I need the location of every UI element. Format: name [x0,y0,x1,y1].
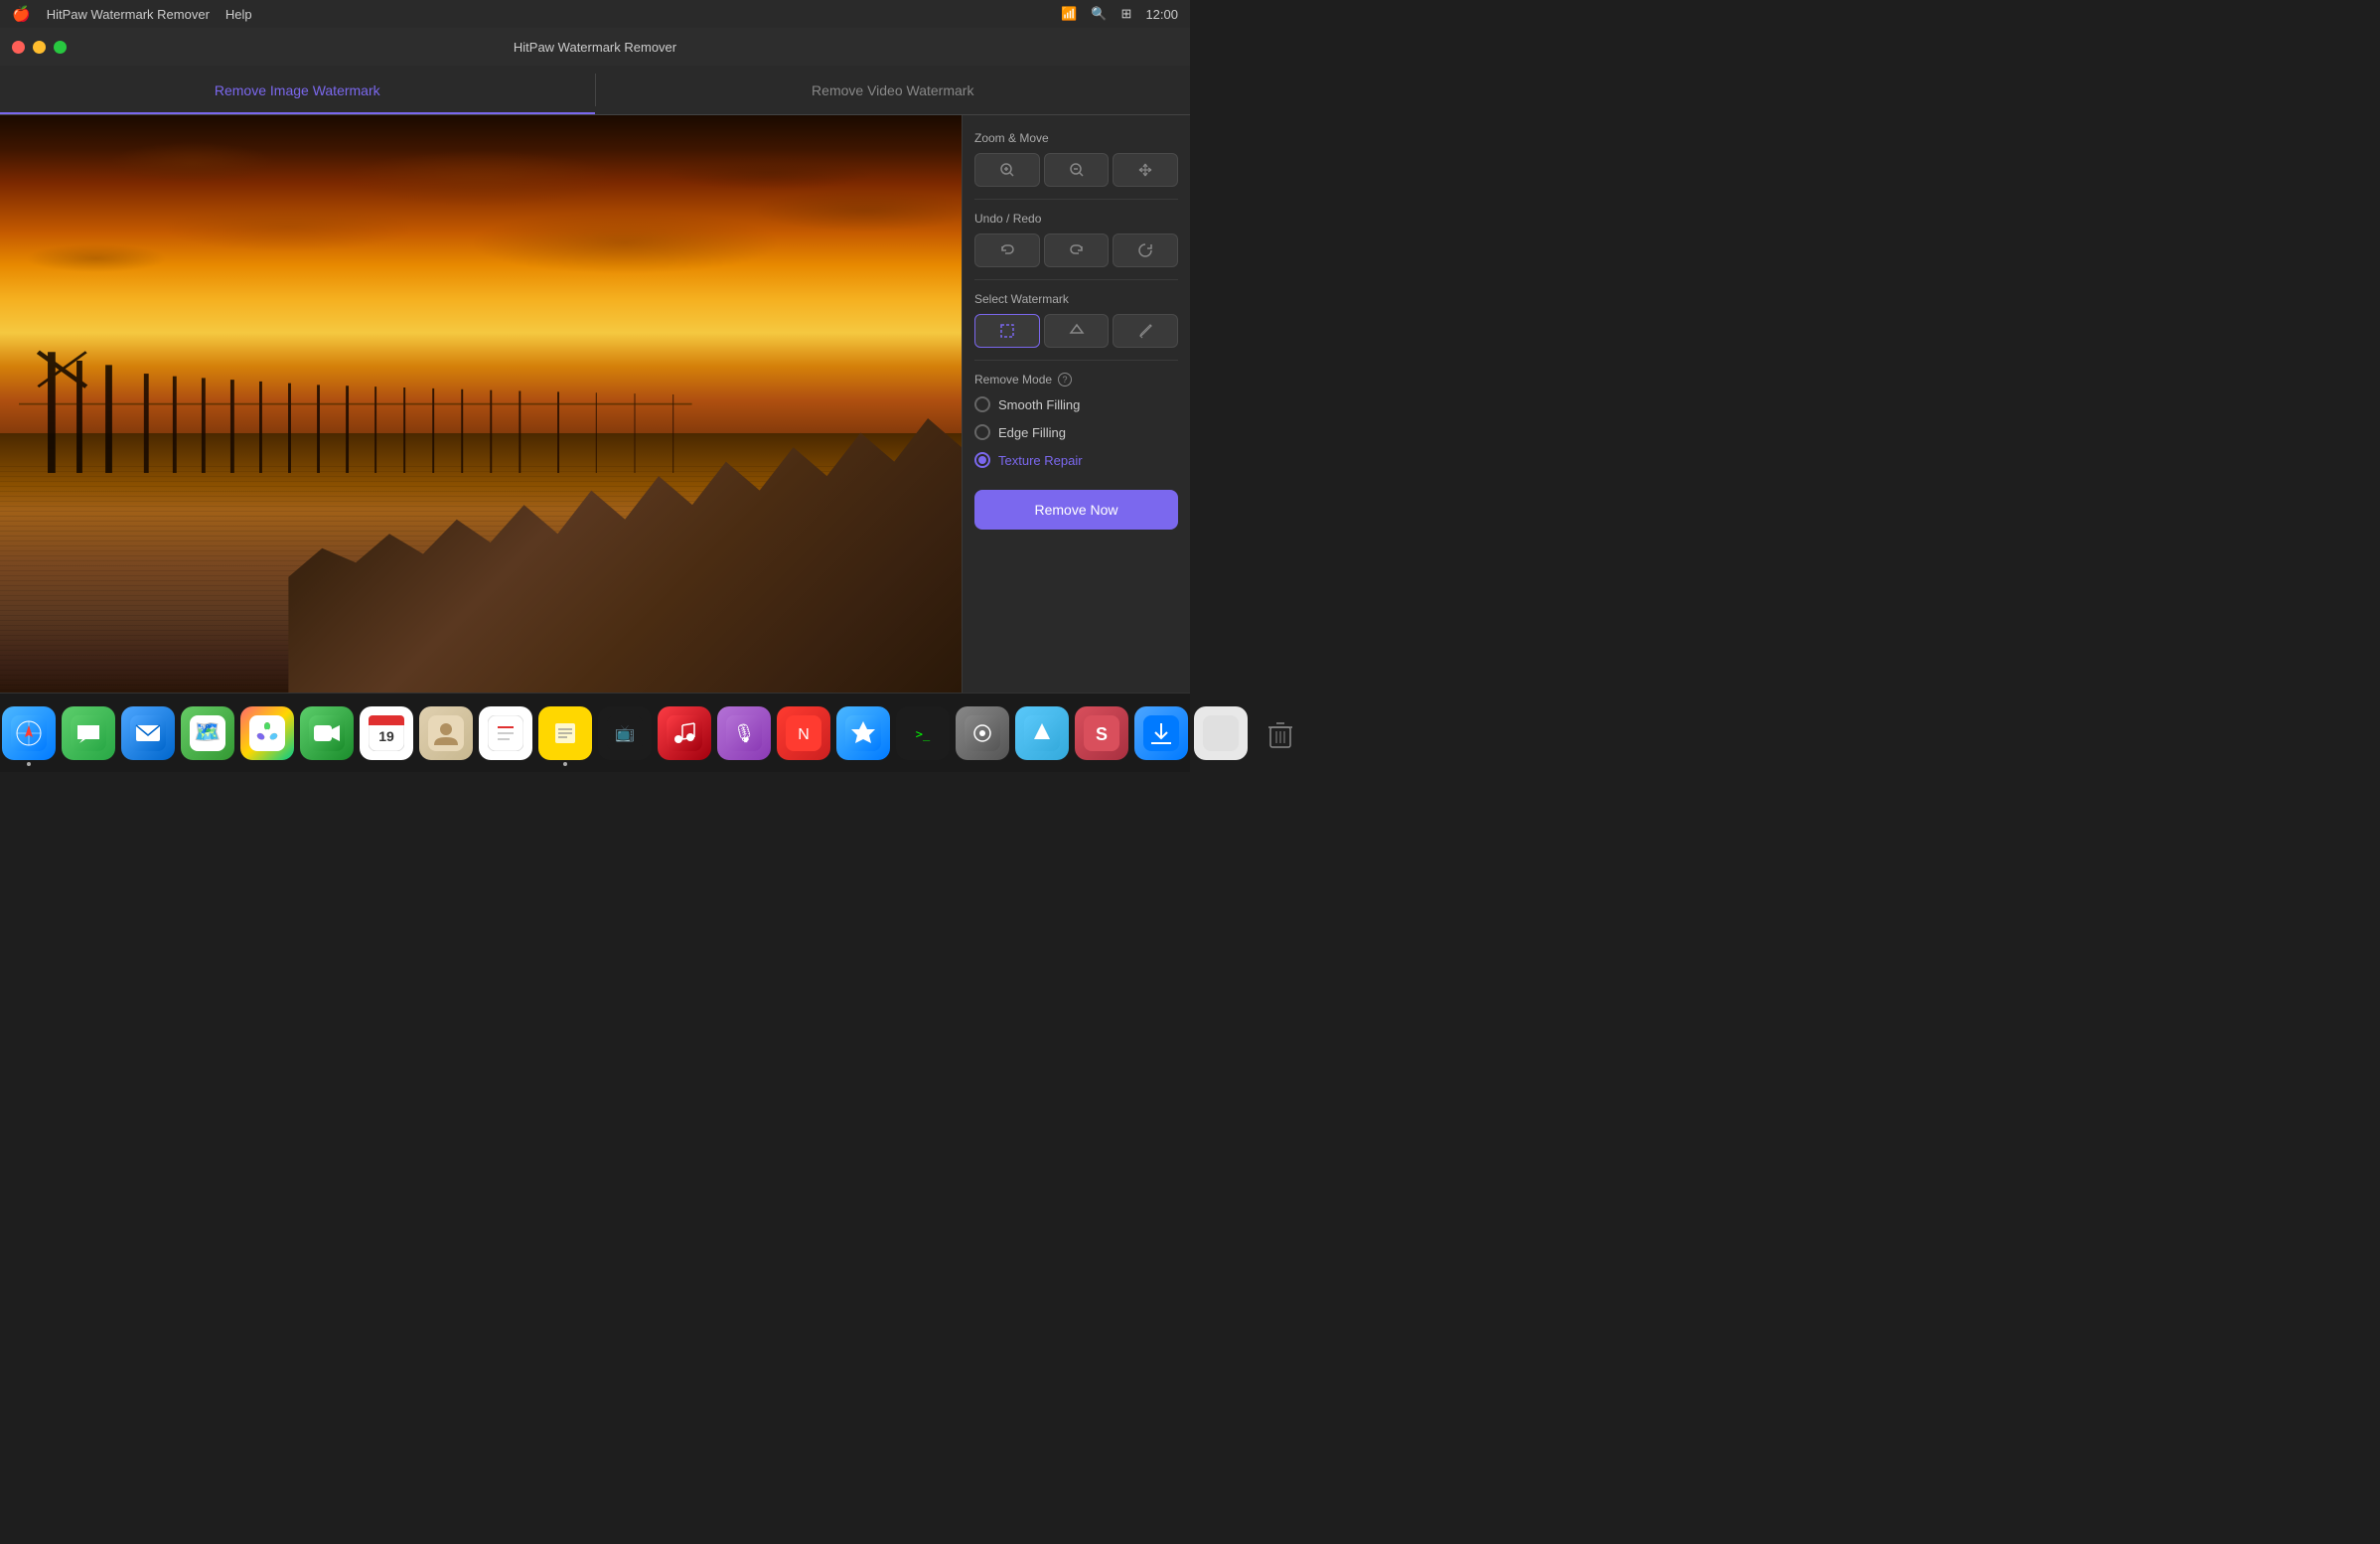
dock-music[interactable] [658,706,711,760]
reset-button[interactable] [1113,233,1178,267]
edge-filling-option[interactable]: Edge Filling [974,422,1178,442]
zoom-tools [974,153,1178,187]
svg-text:S: S [1096,724,1108,744]
texture-repair-radio[interactable] [974,452,990,468]
undo-button[interactable] [974,233,1040,267]
undo-redo-title: Undo / Redo [974,212,1178,226]
dock-messages[interactable] [62,706,115,760]
dock-facetime[interactable] [300,706,354,760]
dock-safari-dot [27,762,31,766]
right-panel: Zoom & Move [962,115,1190,693]
tab-image-watermark[interactable]: Remove Image Watermark [0,66,595,114]
zoom-move-section: Zoom & Move [974,131,1178,187]
tabbar: Remove Image Watermark Remove Video Wate… [0,66,1190,115]
dock-maps[interactable]: 🗺️ [181,706,234,760]
dock-notes-dot [563,762,567,766]
app-menu-name[interactable]: HitPaw Watermark Remover [47,7,210,22]
zoom-out-button[interactable] [1044,153,1110,187]
dock-mail[interactable] [121,706,175,760]
menubar-left: 🍎 HitPaw Watermark Remover Help [12,5,252,23]
dock-calendar[interactable]: 19 [360,706,413,760]
window-controls [12,41,67,54]
svg-text:19: 19 [378,728,394,744]
divider-1 [974,199,1178,200]
remove-mode-section: Remove Mode ? Smooth Filling Edge Fillin… [974,373,1178,470]
tab-video-watermark[interactable]: Remove Video Watermark [596,66,1191,114]
zoom-move-title: Zoom & Move [974,131,1178,145]
edge-filling-radio[interactable] [974,424,990,440]
minimize-button[interactable] [33,41,46,54]
svg-text:🗺️: 🗺️ [194,719,221,744]
dock-news[interactable]: N [777,706,830,760]
texture-repair-radio-inner [978,456,986,464]
divider-3 [974,360,1178,361]
close-button[interactable] [12,41,25,54]
redo-button[interactable] [1044,233,1110,267]
zoom-in-button[interactable] [974,153,1040,187]
select-watermark-section: Select Watermark [974,292,1178,348]
pier-svg [19,300,692,473]
main-content: Zoom & Move [0,115,1190,693]
window-title: HitPaw Watermark Remover [514,40,676,55]
dock-airdrop[interactable] [1015,706,1069,760]
control-center-icon[interactable]: ⊞ [1121,6,1132,22]
dock-downloader[interactable] [1134,706,1188,760]
smooth-filling-option[interactable]: Smooth Filling [974,394,1178,414]
svg-text:N: N [798,726,810,743]
dock-sysprefs[interactable] [956,706,1009,760]
dock-terminal[interactable]: >_ [896,706,950,760]
dock-contacts[interactable] [419,706,473,760]
dock-serpentine[interactable]: S [1075,706,1128,760]
select-tools [974,314,1178,348]
dock-appletv[interactable]: 📺 [598,706,652,760]
svg-text:>_: >_ [916,727,931,741]
dock-photos[interactable] [240,706,294,760]
maximize-button[interactable] [54,41,67,54]
dock-notes[interactable] [538,706,592,760]
remove-mode-title: Remove Mode ? [974,373,1178,386]
polygon-select-button[interactable] [1044,314,1110,348]
select-watermark-title: Select Watermark [974,292,1178,306]
move-tool-button[interactable] [1113,153,1178,187]
titlebar: HitPaw Watermark Remover [0,28,1190,66]
texture-repair-option[interactable]: Texture Repair [974,450,1178,470]
dock: 😊 [0,693,1190,772]
canvas-area[interactable] [0,115,962,693]
dock-safari[interactable] [2,706,56,760]
divider-2 [974,279,1178,280]
remove-now-button[interactable]: Remove Now [974,490,1178,530]
dock-reminders[interactable] [479,706,532,760]
help-icon[interactable]: ? [1058,373,1072,386]
search-icon[interactable]: 🔍 [1091,6,1107,22]
undo-redo-tools [974,233,1178,267]
undo-redo-section: Undo / Redo [974,212,1178,267]
texture-repair-label: Texture Repair [998,453,1083,468]
dock-appstore[interactable] [836,706,890,760]
dock-trash[interactable] [1254,706,1307,760]
menubar: 🍎 HitPaw Watermark Remover Help 📶 🔍 ⊞ 12… [0,0,1190,28]
smooth-filling-radio[interactable] [974,396,990,412]
smooth-filling-label: Smooth Filling [998,397,1080,412]
svg-text:🎙: 🎙 [733,723,756,743]
edge-filling-label: Edge Filling [998,425,1066,440]
svg-text:📺: 📺 [615,724,635,742]
menubar-right: 📶 🔍 ⊞ 12:00 [1061,6,1178,22]
clock: 12:00 [1145,7,1178,22]
image-scene [0,115,962,693]
rect-select-button[interactable] [974,314,1040,348]
dock-podcasts[interactable]: 🎙 [717,706,771,760]
dock-blank[interactable] [1194,706,1248,760]
apple-menu[interactable]: 🍎 [12,5,31,23]
wifi-icon: 📶 [1061,6,1077,22]
help-menu[interactable]: Help [225,7,252,22]
brush-select-button[interactable] [1113,314,1178,348]
